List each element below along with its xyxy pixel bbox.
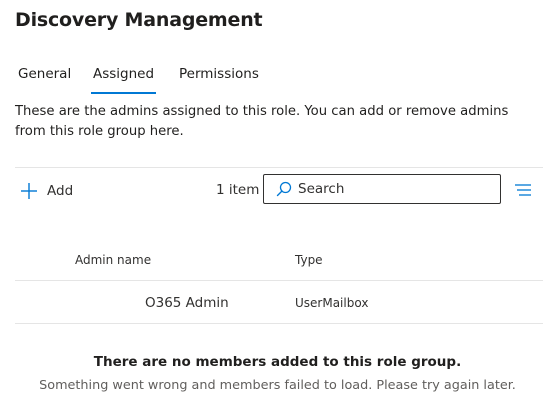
filter-lines-icon — [512, 184, 534, 203]
filter-button[interactable] — [512, 181, 534, 199]
search-input[interactable] — [298, 181, 488, 197]
column-header-type[interactable]: Type — [295, 253, 323, 267]
search-icon — [276, 181, 292, 197]
type-cell: UserMailbox — [295, 296, 369, 310]
search-box[interactable] — [263, 174, 501, 204]
tab-bar: General Assigned Permissions — [0, 66, 555, 94]
header-divider — [15, 280, 543, 281]
add-button-label: Add — [47, 183, 74, 199]
role-description: These are the admins assigned to this ro… — [15, 104, 509, 139]
empty-state-title: There are no members added to this role … — [93, 354, 462, 370]
page-title: Discovery Management — [15, 9, 263, 31]
add-button[interactable]: Add — [20, 180, 73, 202]
toolbar-divider — [15, 167, 543, 168]
admin-name-cell: O365 Admin — [145, 295, 229, 311]
row-divider — [15, 323, 543, 324]
tab-general[interactable]: General — [18, 66, 71, 94]
error-message: Something went wrong and members failed … — [39, 378, 516, 393]
plus-icon — [20, 182, 38, 200]
tab-permissions[interactable]: Permissions — [179, 66, 259, 94]
tab-assigned[interactable]: Assigned — [90, 66, 157, 94]
column-header-admin-name[interactable]: Admin name — [75, 253, 151, 267]
item-count: 1 item — [216, 182, 260, 198]
